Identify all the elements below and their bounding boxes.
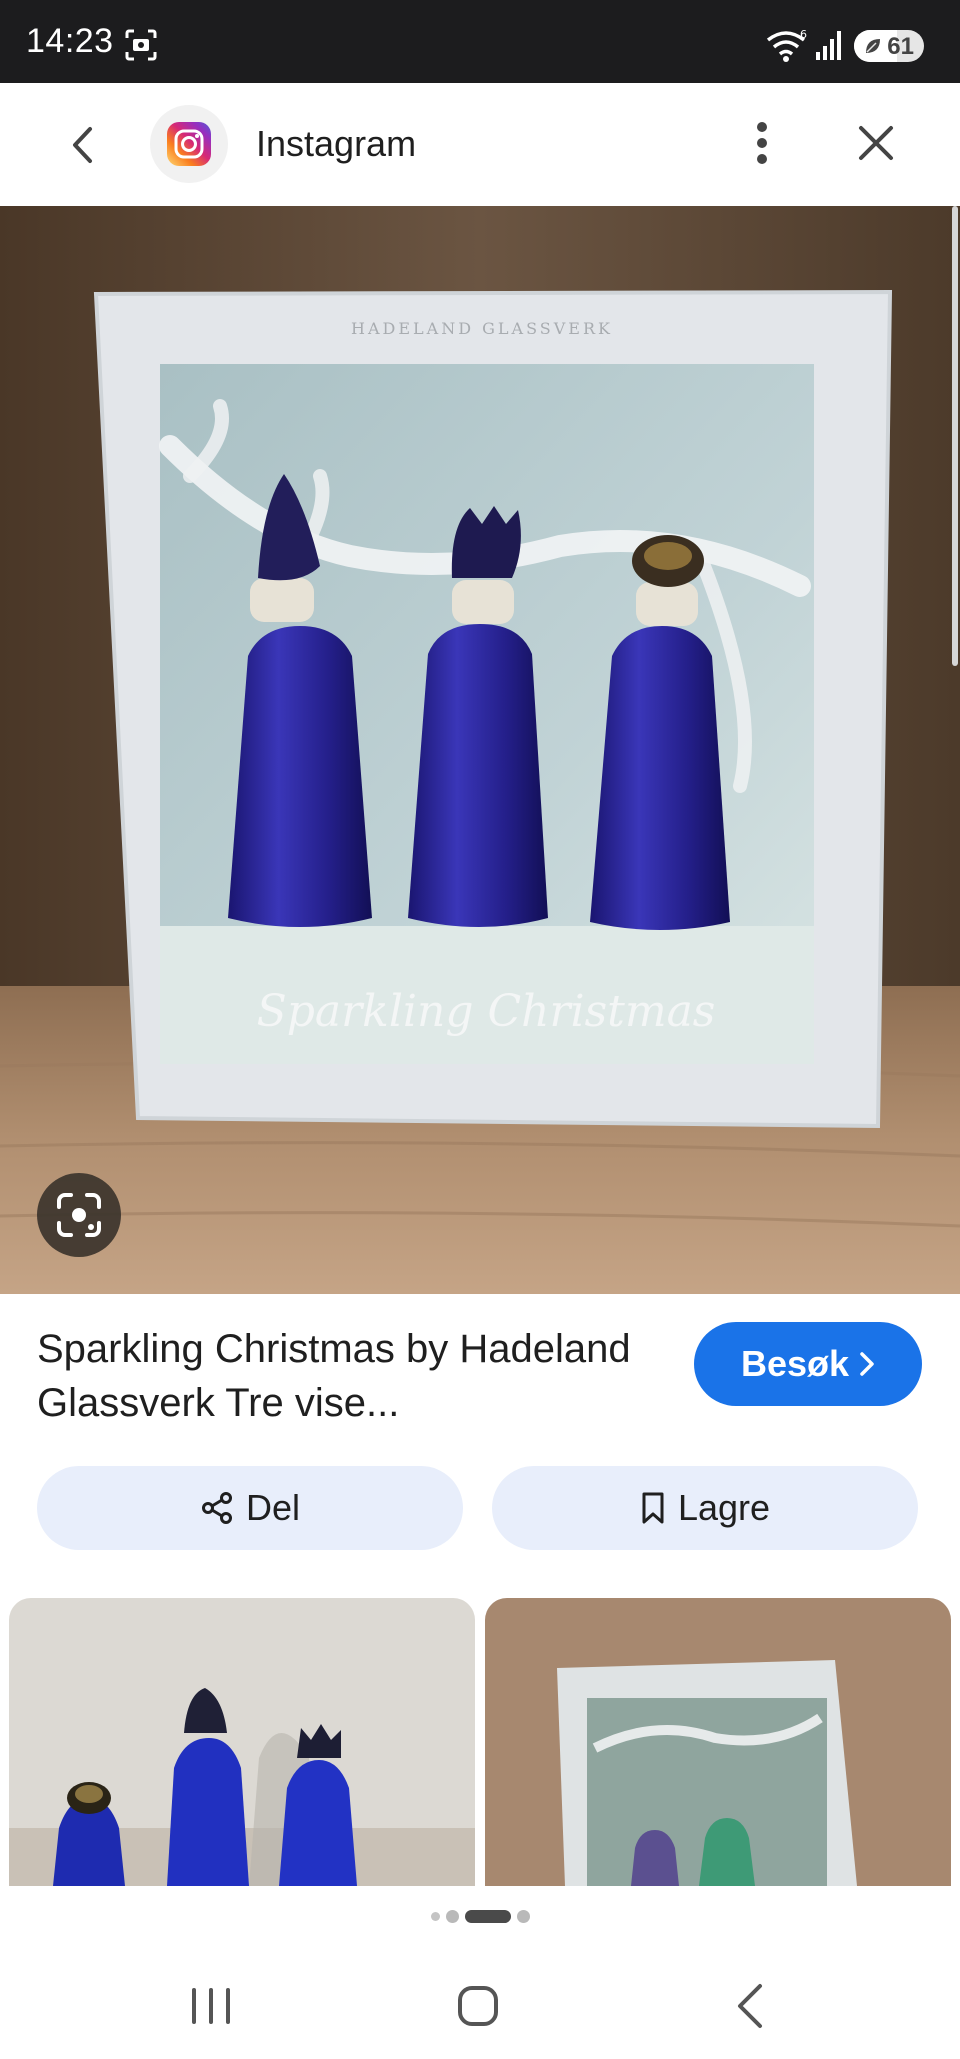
system-nav-bar — [0, 1946, 960, 2059]
box-brand-text: HADELAND GLASSVERK — [351, 319, 613, 338]
pager-dot[interactable] — [445, 1909, 459, 1923]
related-photo-1 — [9, 1598, 475, 1886]
close-icon — [859, 126, 893, 160]
related-image-1[interactable] — [9, 1598, 475, 1886]
image-pager — [0, 1886, 960, 1946]
box-script-text: Sparkling Christmas — [257, 986, 716, 1037]
pager-dot-active[interactable] — [464, 1909, 511, 1923]
more-options-button[interactable] — [742, 113, 782, 173]
screenshot-icon — [125, 29, 157, 61]
visit-label: Besøk — [740, 1343, 850, 1384]
site-name: Instagram — [256, 123, 417, 164]
main-image[interactable]: HADELAND GLASSVERK Sparkling Christmas — [0, 206, 960, 1294]
related-photo-2 — [485, 1598, 951, 1886]
visit-button[interactable]: Besøk — [694, 1322, 922, 1406]
lens-search-button[interactable] — [37, 1173, 121, 1257]
wifi-icon: 6 — [766, 28, 807, 62]
recents-icon[interactable] — [188, 1986, 234, 2026]
site-logo — [150, 105, 228, 183]
home-icon[interactable] — [456, 1984, 500, 2028]
instagram-logo — [167, 122, 211, 166]
status-bar: 14:23 6 61 — [0, 0, 960, 83]
power-saving-icon — [866, 39, 880, 53]
close-button[interactable] — [850, 115, 902, 171]
more-vert-icon — [757, 122, 767, 164]
pager-dot[interactable] — [516, 1909, 530, 1923]
save-button[interactable]: Lagre — [492, 1466, 918, 1550]
back-icon — [73, 127, 92, 163]
product-photo: HADELAND GLASSVERK Sparkling Christmas — [0, 206, 960, 1294]
nav-back-icon[interactable] — [730, 1982, 770, 2030]
battery-percent: 61 — [887, 33, 914, 60]
related-image-2[interactable] — [485, 1598, 951, 1886]
chevron-right-icon — [860, 1352, 874, 1376]
save-label: Lagre — [677, 1487, 771, 1528]
back-button[interactable] — [58, 115, 108, 175]
share-icon — [201, 1492, 232, 1524]
share-label: Del — [245, 1487, 301, 1528]
share-button[interactable]: Del — [37, 1466, 463, 1550]
status-time: 14:23 — [26, 22, 114, 60]
scrollbar[interactable] — [952, 206, 958, 666]
browser-header: Instagram — [0, 83, 960, 206]
battery-indicator: 61 — [854, 30, 924, 62]
pager-dot[interactable] — [430, 1911, 440, 1921]
signal-icon — [816, 31, 841, 60]
lens-icon — [57, 1193, 101, 1237]
bookmark-icon — [642, 1492, 664, 1524]
svg-text:6: 6 — [800, 28, 807, 41]
result-title[interactable]: Sparkling Christmas by Hadeland Glassver… — [37, 1322, 677, 1430]
